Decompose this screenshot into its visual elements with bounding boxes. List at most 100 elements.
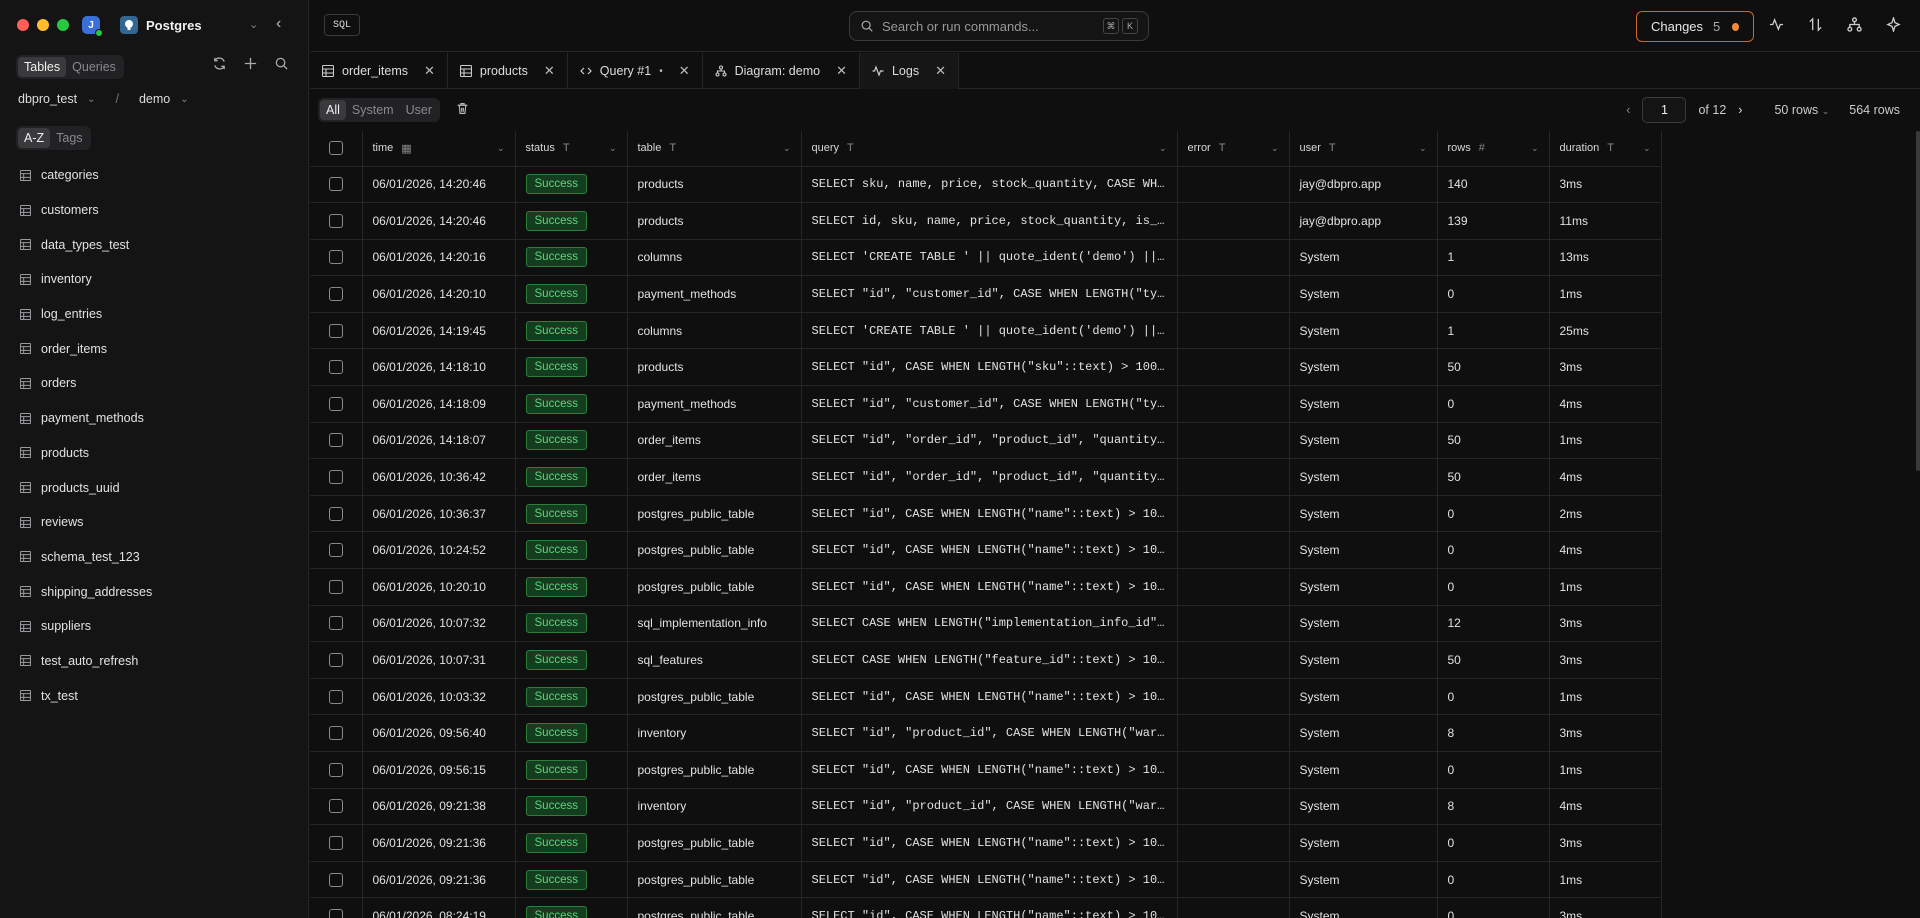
cell-query[interactable]: SELECT CASE WHEN LENGTH("implementation_… — [801, 605, 1178, 643]
activity-icon[interactable] — [1769, 17, 1784, 32]
cell-user[interactable]: System — [1289, 641, 1438, 679]
cell-duration[interactable]: 1ms — [1549, 861, 1662, 899]
cell-rows[interactable]: 0 — [1437, 385, 1550, 423]
cell-table[interactable]: inventory — [627, 714, 802, 752]
trash-icon[interactable] — [456, 102, 469, 118]
cell-time[interactable]: 06/01/2026, 10:07:32 — [362, 605, 516, 643]
sidebar-table-item[interactable]: reviews — [0, 505, 308, 540]
row-checkbox[interactable] — [328, 213, 343, 228]
cell-table[interactable]: postgres_public_table — [627, 568, 802, 606]
row-checkbox[interactable] — [328, 579, 343, 594]
cell-error[interactable] — [1177, 641, 1290, 679]
table-row[interactable]: 06/01/2026, 14:20:46 Success products SELEC… — [310, 166, 1662, 204]
chevron-down-icon[interactable]: ⌄ — [249, 18, 258, 31]
cell-time[interactable]: 06/01/2026, 09:21:38 — [362, 788, 516, 826]
cell-duration[interactable]: 3ms — [1549, 824, 1662, 862]
rows-per-page-select[interactable]: 50 rows ⌄ — [1774, 103, 1829, 117]
cell-user[interactable]: jay@dbpro.app — [1289, 166, 1438, 204]
cell-rows[interactable]: 0 — [1437, 495, 1550, 533]
cell-status[interactable]: Success — [515, 458, 628, 496]
schema-tree-icon[interactable] — [1847, 17, 1862, 32]
sidebar-table-item[interactable]: products_uuid — [0, 470, 308, 505]
search-icon[interactable] — [274, 56, 289, 71]
cell-duration[interactable]: 3ms — [1549, 897, 1662, 918]
cell-table[interactable]: postgres_public_table — [627, 897, 802, 918]
chevron-down-icon[interactable]: ⌄ — [1159, 143, 1167, 154]
sidebar-table-item[interactable]: tx_test — [0, 678, 308, 713]
table-row[interactable]: 06/01/2026, 10:20:10 Success postgres_publ… — [310, 568, 1662, 606]
column-header-user[interactable]: user T ⌄ — [1289, 131, 1438, 167]
cell-user[interactable]: System — [1289, 605, 1438, 643]
cell-status[interactable]: Success — [515, 714, 628, 752]
sidebar-table-item[interactable]: suppliers — [0, 609, 308, 644]
cell-table[interactable]: payment_methods — [627, 275, 802, 313]
table-row[interactable]: 06/01/2026, 10:36:37 Success postgres_publ… — [310, 495, 1662, 533]
sidebar-table-item[interactable]: customers — [0, 193, 308, 228]
table-row[interactable]: 06/01/2026, 14:20:10 Success payment_metho… — [310, 275, 1662, 313]
cell-duration[interactable]: 1ms — [1549, 678, 1662, 716]
connection-name[interactable]: Postgres — [146, 18, 202, 33]
cell-error[interactable] — [1177, 861, 1290, 899]
cell-rows[interactable]: 50 — [1437, 348, 1550, 387]
cell-time[interactable]: 06/01/2026, 14:20:46 — [362, 166, 516, 204]
column-header-error[interactable]: error T ⌄ — [1177, 131, 1290, 167]
cell-table[interactable]: order_items — [627, 422, 802, 460]
cell-error[interactable] — [1177, 348, 1290, 387]
cell-user[interactable]: System — [1289, 422, 1438, 460]
cell-time[interactable]: 06/01/2026, 14:20:10 — [362, 275, 516, 313]
table-row[interactable]: 06/01/2026, 08:24:19 Success postgres_publ… — [310, 897, 1662, 918]
cell-rows[interactable]: 8 — [1437, 788, 1550, 826]
schema-selector[interactable]: demo — [139, 92, 170, 106]
filter-user[interactable]: User — [400, 100, 438, 120]
table-row[interactable]: 06/01/2026, 14:20:46 Success products SELEC… — [310, 202, 1662, 240]
sidebar-table-item[interactable]: orders — [0, 366, 308, 401]
cell-user[interactable]: System — [1289, 568, 1438, 606]
cell-query[interactable]: SELECT "id", CASE WHEN LENGTH("name"::te… — [801, 861, 1178, 899]
cell-status[interactable]: Success — [515, 385, 628, 423]
collapse-sidebar-button[interactable]: ‹ — [276, 15, 281, 33]
table-row[interactable]: 06/01/2026, 14:20:16 Success columns SELECT… — [310, 239, 1662, 277]
row-checkbox[interactable] — [328, 470, 343, 485]
cell-duration[interactable]: 3ms — [1549, 641, 1662, 679]
cell-user[interactable]: System — [1289, 714, 1438, 752]
cell-status[interactable]: Success — [515, 239, 628, 277]
cell-query[interactable]: SELECT "id", CASE WHEN LENGTH("name"::te… — [801, 678, 1178, 716]
cell-rows[interactable]: 0 — [1437, 824, 1550, 862]
chevron-down-icon[interactable]: ⌄ — [1419, 143, 1427, 154]
cell-user[interactable]: System — [1289, 348, 1438, 387]
cell-duration[interactable]: 3ms — [1549, 348, 1662, 387]
cell-query[interactable]: SELECT "id", CASE WHEN LENGTH("sku"::tex… — [801, 348, 1178, 387]
cell-duration[interactable]: 11ms — [1549, 202, 1662, 240]
row-checkbox[interactable] — [328, 689, 343, 704]
cell-rows[interactable]: 12 — [1437, 605, 1550, 643]
cell-error[interactable] — [1177, 788, 1290, 826]
chevron-down-icon[interactable]: ⌄ — [180, 94, 188, 105]
cell-error[interactable] — [1177, 422, 1290, 460]
close-tab-icon[interactable]: ✕ — [544, 63, 555, 79]
sidebar-table-item[interactable]: payment_methods — [0, 401, 308, 436]
vertical-scrollbar[interactable] — [1916, 131, 1920, 471]
cell-query[interactable]: SELECT "id", CASE WHEN LENGTH("name"::te… — [801, 824, 1178, 862]
cell-user[interactable]: System — [1289, 751, 1438, 789]
cell-table[interactable]: postgres_public_table — [627, 824, 802, 862]
row-checkbox[interactable] — [328, 177, 343, 192]
sort-a-z[interactable]: A-Z — [18, 128, 51, 148]
cell-rows[interactable]: 0 — [1437, 861, 1550, 899]
cell-query[interactable]: SELECT "id", "customer_id", CASE WHEN LE… — [801, 275, 1178, 313]
column-header-query[interactable]: query T ⌄ — [801, 131, 1178, 167]
table-row[interactable]: 06/01/2026, 09:56:40 Success inventory SELE… — [310, 714, 1662, 752]
cell-query[interactable]: SELECT CASE WHEN LENGTH("feature_id"::te… — [801, 641, 1178, 679]
sidebar-table-item[interactable]: shipping_addresses — [0, 574, 308, 609]
close-tab-icon[interactable]: ✕ — [935, 63, 946, 79]
table-row[interactable]: 06/01/2026, 09:21:36 Success postgres_publ… — [310, 824, 1662, 862]
cell-table[interactable]: columns — [627, 239, 802, 277]
cell-time[interactable]: 06/01/2026, 10:07:31 — [362, 641, 516, 679]
cell-query[interactable]: SELECT "id", "order_id", "product_id", "… — [801, 458, 1178, 496]
cell-table[interactable]: products — [627, 166, 802, 204]
cell-error[interactable] — [1177, 202, 1290, 240]
filter-all[interactable]: All — [320, 100, 346, 120]
cell-duration[interactable]: 1ms — [1549, 751, 1662, 789]
row-checkbox[interactable] — [328, 323, 343, 338]
sparkle-icon[interactable] — [1886, 17, 1901, 32]
table-row[interactable]: 06/01/2026, 14:18:10 Success products SELEC… — [310, 348, 1662, 387]
